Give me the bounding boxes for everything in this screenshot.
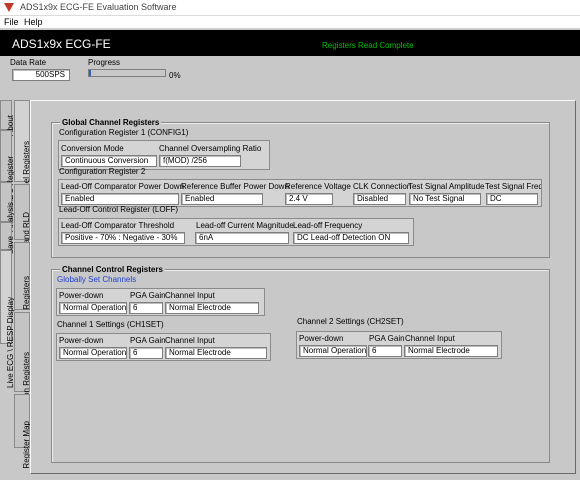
data-rate-label: Data Rate [10, 58, 47, 67]
title-bar: ADS1x9x ECG-FE Evaluation Software [0, 0, 580, 16]
side-tab-live-display[interactable]: Live ECG \ RESP Display [0, 250, 15, 388]
status-message: Registers Read Complete [322, 41, 414, 50]
test-amplitude-field[interactable]: No Test Signal [409, 193, 481, 205]
tab-register-map[interactable]: Register Map [14, 394, 31, 469]
config1-title: Configuration Register 1 (CONFIG1) [59, 128, 189, 137]
loff-frequency-field[interactable]: DC Lead-off Detection ON [293, 232, 409, 244]
progress-bar [88, 69, 166, 77]
ch2-channel-input-field[interactable]: Normal Electrode [404, 345, 498, 357]
ref-voltage-label: Reference Voltage [285, 182, 351, 191]
top-controls [0, 56, 580, 84]
loff-threshold-field[interactable]: Positive - 70% : Negative - 30% [61, 232, 185, 244]
oversampling-field[interactable]: f(MOD) /256 [159, 155, 241, 167]
global-channel-registers-title: Global Channel Registers [60, 118, 162, 127]
side-tab-about[interactable]: About [0, 100, 15, 136]
channel-input-label: Channel Input [405, 334, 455, 343]
progress-label: Progress [88, 58, 121, 67]
test-amplitude-label: Test Signal Amplitude [408, 182, 485, 191]
power-down-label: Power-down [299, 334, 344, 343]
menu-help[interactable]: Help [24, 17, 43, 27]
globally-set-channels-label: Globally Set Channels [57, 275, 137, 284]
ch2-settings-title: Channel 2 Settings (CH2SET) [297, 317, 404, 326]
channel-input-label: Channel Input [165, 336, 215, 345]
loff-title: Lead-Off Control Register (LOFF) [59, 205, 179, 214]
pga-gain-label: PGA Gain [130, 291, 166, 300]
menu-file[interactable]: File [4, 17, 19, 27]
app-header: ADS1x9x ECG-FE Registers Read Complete [0, 30, 580, 56]
data-rate-field[interactable]: 500SPS [12, 69, 70, 81]
loff-comp-pd-field[interactable]: Enabled [61, 193, 179, 205]
ti-logo-icon [4, 3, 14, 12]
tab-gpio-registers[interactable]: GPIO Registers [14, 242, 31, 332]
pga-gain-label: PGA Gain [369, 334, 405, 343]
global-channel-input-field[interactable]: Normal Electrode [165, 302, 259, 314]
ref-voltage-field[interactable]: 2.4 V [285, 193, 333, 205]
ref-buf-pd-label: Reference Buffer Power Down [181, 182, 289, 191]
progress-fill [89, 70, 91, 76]
conversion-mode-field[interactable]: Continuous Conversion [61, 155, 157, 167]
app-title: ADS1x9x ECG-FE [12, 37, 111, 51]
channel-control-registers-title: Channel Control Registers [60, 265, 165, 274]
test-freq-field[interactable]: DC [486, 193, 538, 205]
pga-gain-label: PGA Gain [130, 336, 166, 345]
ref-buf-pd-field[interactable]: Enabled [181, 193, 263, 205]
power-down-label: Power-down [59, 291, 104, 300]
global-power-down-field[interactable]: Normal Operation [59, 302, 127, 314]
loff-current-field[interactable]: 6nA [195, 232, 289, 244]
config2-title: Configuration Register 2 [59, 167, 146, 176]
power-down-label: Power-down [59, 336, 104, 345]
tab-respiration-registers[interactable]: Respiration Registers [14, 312, 31, 428]
channel-input-label: Channel Input [165, 291, 215, 300]
global-pga-gain-field[interactable]: 6 [129, 302, 163, 314]
ch1-power-down-field[interactable]: Normal Operation [59, 347, 127, 359]
ch2-pga-gain-field[interactable]: 6 [368, 345, 402, 357]
ch1-pga-gain-field[interactable]: 6 [129, 347, 163, 359]
loff-threshold-label: Lead-Off Comparator Threshold [61, 221, 175, 230]
window-title: ADS1x9x ECG-FE Evaluation Software [20, 2, 177, 12]
side-tab-save[interactable]: Save [0, 222, 15, 254]
clk-connection-field[interactable]: Disabled [353, 193, 406, 205]
tab-loff-and-rld[interactable]: LOFF and RLD [14, 184, 31, 266]
oversampling-label: Channel Oversampling Ratio [159, 144, 262, 153]
loff-frequency-label: Lead-off Frequency [293, 221, 363, 230]
loff-comp-pd-label: Lead-Off Comparator Power Down [61, 182, 185, 191]
side-tab-adc-register[interactable]: ADC Register [0, 130, 15, 205]
progress-percent: 0% [169, 71, 181, 80]
ch2-power-down-field[interactable]: Normal Operation [299, 345, 367, 357]
ch1-channel-input-field[interactable]: Normal Electrode [165, 347, 267, 359]
ch1-settings-title: Channel 1 Settings (CH1SET) [57, 320, 164, 329]
tab-channel-registers[interactable]: Channel Registers [14, 100, 31, 207]
test-freq-label: Test Signal Freq [485, 182, 541, 191]
loff-current-label: Lead-off Current Magnitude [196, 221, 294, 230]
conversion-mode-label: Conversion Mode [61, 144, 124, 153]
clk-connection-label: CLK Connection [353, 182, 412, 191]
side-tab-analysis[interactable]: Analysis [0, 182, 15, 232]
menu-bar: File Help [0, 16, 580, 29]
